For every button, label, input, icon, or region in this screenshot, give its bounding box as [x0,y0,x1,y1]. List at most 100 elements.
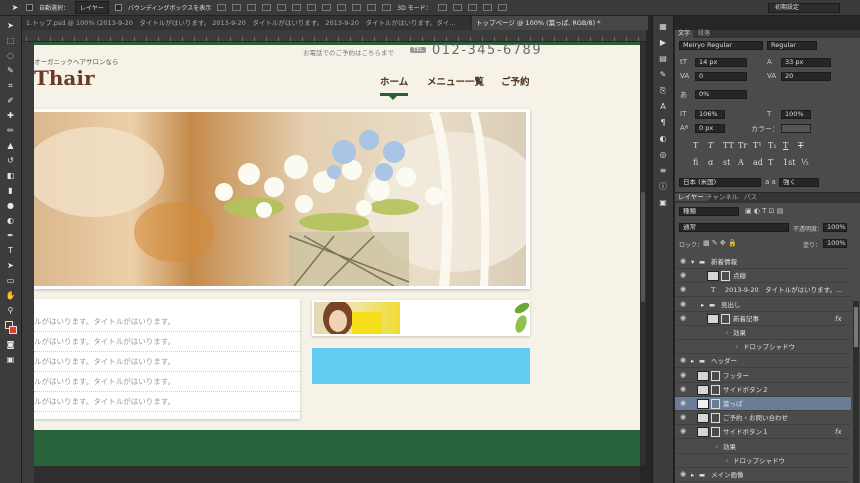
layer-filter-kind[interactable]: 種類 [679,207,739,216]
align-top-icon[interactable] [217,4,227,11]
layer-visibility-eye-icon[interactable]: ◉ [680,371,687,379]
layer-visibility-eye-icon[interactable]: ◉ [680,357,687,364]
nav-home[interactable]: ホーム [380,74,408,88]
adjustments-panel-icon[interactable]: ◐ [658,134,669,144]
layers-scrollbar[interactable] [853,301,859,483]
actions-panel-icon[interactable]: ▶ [658,38,669,48]
rectangle-tool-icon[interactable]: ▭ [5,276,17,286]
bounding-box-checkbox[interactable] [114,4,122,11]
tab-paths[interactable]: パス [741,193,760,201]
nav-menu[interactable]: メニュー一覧 [427,74,484,88]
folder-disclosure-icon[interactable]: ▸ [701,301,704,309]
layer-row[interactable]: ◉ ▸ ▬ メイン画像 [675,468,851,482]
tab-character[interactable]: 文字 [675,30,694,38]
layer-visibility-eye-icon[interactable]: ◉ [680,385,687,393]
canvas-scroll-thumb[interactable] [641,192,645,302]
discretionary-ligatures-button[interactable]: st [723,158,730,167]
layer-comps-panel-icon[interactable]: ▣ [658,198,669,208]
path-select-tool-icon[interactable]: ➤ [5,261,17,271]
tab-top-psd[interactable]: 1.トップ.psd @ 100% (2013-9-20 タイトルがはいります。 … [22,16,470,30]
blur-tool-icon[interactable]: ● [5,201,17,211]
blend-mode-select[interactable]: 通常 [679,223,789,232]
layer-visibility-eye-icon[interactable]: ◉ [680,471,687,478]
opacity-field[interactable]: 100% [823,223,847,232]
kerning-field[interactable]: 0 [695,72,747,81]
text-color-swatch[interactable] [781,124,811,133]
layer-visibility-eye-icon[interactable]: ◉ [680,314,687,322]
layer-row[interactable]: ◉ ご予約・お問い合わせ [675,411,851,426]
color-swatches-icon[interactable] [4,321,17,335]
layer-row[interactable]: ◉ 点線 [675,269,851,284]
antialias-select[interactable]: 強く [779,178,819,187]
canvas-horizontal-scrollbar[interactable] [34,466,640,483]
align-bottom-icon[interactable] [247,4,257,11]
distribute-middle-icon[interactable] [322,4,332,11]
dodge-tool-icon[interactable]: ◐ [5,216,17,226]
ligature-button[interactable]: fi [693,158,698,167]
clone-stamp-tool-icon[interactable]: ▲ [5,141,17,151]
layer-visibility-eye-icon[interactable]: ◉ [680,272,687,279]
zoom-tool-icon[interactable]: ⚲ [5,306,17,316]
quick-mask-icon[interactable]: ◙ [5,340,17,350]
align-center-icon[interactable] [277,4,287,11]
3d-rotate-icon[interactable] [437,4,447,11]
language-select[interactable]: 日本 (米国) [679,178,761,187]
swatches-panel-icon[interactable]: ▤ [658,54,669,64]
layer-row[interactable]: ◉ 新着記事 fx [675,312,851,326]
font-style-select[interactable]: Regular [767,41,817,50]
baseline-shift-field[interactable]: 0 px [695,124,725,133]
tsume-field[interactable]: 0% [695,90,747,99]
horizontal-scale-field[interactable]: 100% [781,110,811,119]
layer-row[interactable]: ◦ ドロップシャドウ [675,340,851,355]
leading-field[interactable]: 33 px [781,58,831,67]
layer-visibility-eye-icon[interactable]: ◉ [680,286,687,293]
distribute-top-icon[interactable] [307,4,317,11]
3d-drag-icon[interactable] [467,4,477,11]
effect-visibility-icon[interactable]: ◦ [725,329,729,337]
distribute-right-icon[interactable] [382,4,392,11]
effect-visibility-icon[interactable]: ◦ [715,443,719,451]
healing-brush-tool-icon[interactable]: ✚ [5,111,17,121]
brush-tool-icon[interactable]: ✏ [5,126,17,136]
paragraph-panel-icon[interactable]: ¶ [658,118,669,128]
ruler-horizontal[interactable] [22,30,646,42]
layer-visibility-eye-icon[interactable]: ◉ [680,300,687,308]
distribute-left-icon[interactable] [352,4,362,11]
layer-row[interactable]: ◉ フッター [675,369,851,383]
quick-select-tool-icon[interactable]: ✎ [5,66,17,76]
effect-visibility-icon[interactable]: ◦ [725,457,729,465]
document-canvas[interactable]: お電話でのご予約はこちらまで TEL 012-345-6789 オーガニックヘア… [34,42,640,466]
superscript-button[interactable]: T¹ [753,141,762,150]
tab-channels[interactable]: チャンネル [703,193,741,201]
effect-visibility-icon[interactable]: ◦ [735,343,739,351]
clone-source-panel-icon[interactable]: ⎘ [658,86,669,96]
ordinals-button[interactable]: 1st [783,158,795,167]
hand-tool-icon[interactable]: ✋ [5,291,17,301]
type-tool-icon[interactable]: T [5,246,17,256]
workspace-preset-dropdown[interactable]: 初期設定 [768,3,840,13]
eyedropper-tool-icon[interactable]: ✐ [5,96,17,106]
tab-paragraph[interactable]: 段落 [695,30,713,38]
pen-tool-icon[interactable]: ✒ [5,231,17,241]
align-right-icon[interactable] [292,4,302,11]
align-left-icon[interactable] [262,4,272,11]
layer-filter-icons[interactable]: ▣ ◐ T ⊡ ▤ [745,207,783,215]
font-size-field[interactable]: 14 px [695,58,747,67]
brush-panel-icon[interactable]: ✎ [658,70,669,80]
news-item[interactable]: ルがはいります。タイトルがはいります。 [34,392,300,412]
reservation-banner[interactable] [312,300,530,336]
3d-slide-icon[interactable] [482,4,492,11]
tracking-field[interactable]: 20 [781,72,831,81]
subscript-button[interactable]: T₁ [768,141,777,150]
side-button-blue[interactable] [312,348,530,384]
layer-row[interactable]: ◉ ▸ ▬ 見出し [675,298,851,312]
faux-italic-button[interactable]: T [708,141,713,150]
layer-row[interactable]: ◉ サイドボタン２ [675,383,851,397]
fractions-button[interactable]: ½ [801,158,809,167]
canvas-vertical-scrollbar[interactable] [640,42,646,466]
contextual-alternates-button[interactable]: ɑ [708,158,713,167]
news-item[interactable]: ルがはいります。タイトルがはいります。 [34,332,300,352]
layer-row[interactable]: ◉ T 2013-9-20 タイトルがはいります。... [675,283,851,298]
3d-scale-icon[interactable] [497,4,507,11]
news-item[interactable]: ルがはいります。タイトルがはいります。 [34,312,300,332]
